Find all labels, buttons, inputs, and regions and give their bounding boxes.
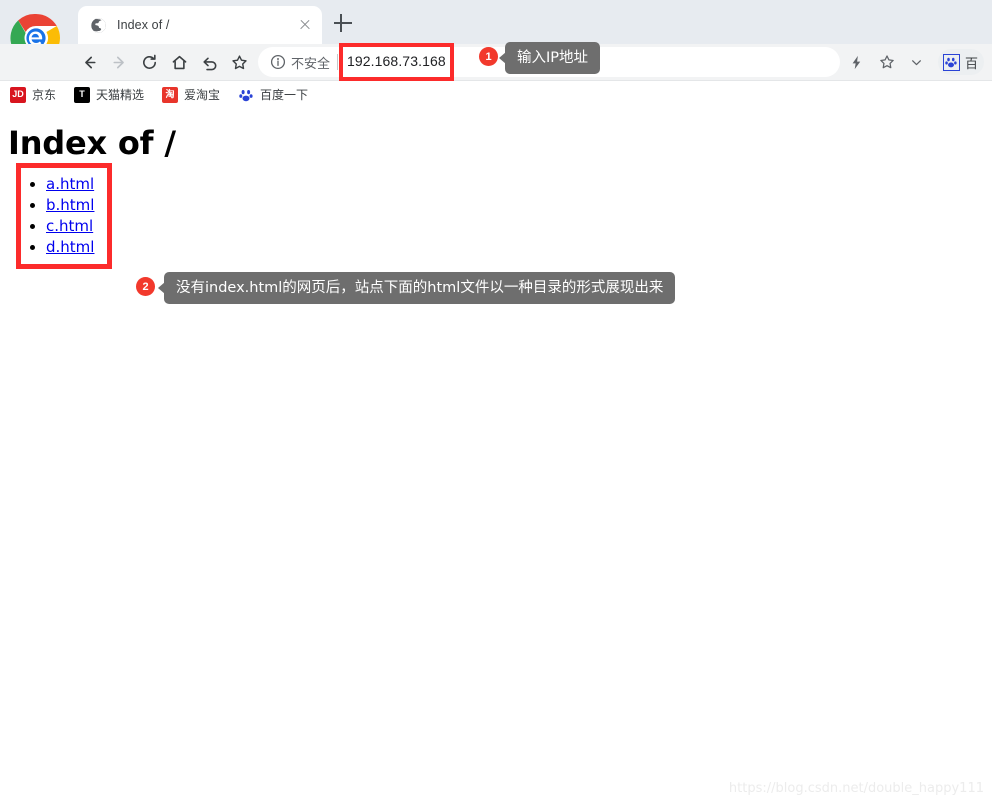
tab-strip: Index of / <box>0 0 992 63</box>
taobao-icon: 淘 <box>162 86 179 103</box>
list-item: a.html <box>46 174 992 195</box>
bookmark-taobao[interactable]: 淘 爱淘宝 <box>162 86 220 103</box>
star-outline-icon[interactable] <box>872 47 902 77</box>
info-circle-icon[interactable] <box>270 54 286 70</box>
annotation-callout-1: 输入IP地址 <box>498 42 601 75</box>
back-button[interactable] <box>74 47 104 77</box>
annotation-badge-2: 2 <box>136 277 155 296</box>
omnibox-separator <box>337 54 339 70</box>
jd-icon: JD <box>10 86 26 103</box>
bookmark-jd[interactable]: JD 京东 <box>10 86 56 103</box>
annotation-badge-1: 1 <box>479 47 498 66</box>
page-viewport: Index of / a.html b.html c.html d.html 2… <box>0 108 992 804</box>
watermark: https://blog.csdn.net/double_happy111 <box>728 781 984 796</box>
directory-link-d[interactable]: d.html <box>46 238 94 256</box>
directory-listing: a.html b.html c.html d.html <box>0 174 992 258</box>
url-container[interactable]: 192.168.73.168 <box>339 43 454 81</box>
lightning-bolt-icon[interactable] <box>842 47 872 77</box>
undo-arrow-icon <box>200 53 219 72</box>
forward-button[interactable] <box>104 47 134 77</box>
baidu-icon <box>238 87 254 103</box>
baidu-paw-icon <box>942 53 960 71</box>
tab-title: Index of / <box>117 18 170 32</box>
toolbar-right-actions: 百 <box>842 44 984 80</box>
bookmark-label: 京东 <box>32 88 57 102</box>
security-status-label: 不安全 <box>291 55 331 71</box>
list-item: b.html <box>46 195 992 216</box>
baidu-extension-button[interactable]: 百 <box>937 49 984 75</box>
baidu-extension-label: 百 <box>964 55 978 71</box>
directory-link-c[interactable]: c.html <box>46 217 93 235</box>
reload-icon <box>140 53 159 72</box>
star-icon <box>230 53 249 72</box>
list-item: d.html <box>46 237 992 258</box>
tmall-icon: T <box>74 86 91 103</box>
undo-button[interactable] <box>194 47 224 77</box>
directory-link-a[interactable]: a.html <box>46 175 94 193</box>
globe-favicon <box>90 17 107 34</box>
forward-arrow-icon <box>110 53 129 72</box>
bookmark-tmall[interactable]: T 天猫精选 <box>74 86 144 103</box>
bookmark-baidu[interactable]: 百度一下 <box>238 86 308 103</box>
browser-window: Index of / 不安全 192.168.73.168 百 JD 京东 T … <box>0 0 992 804</box>
page-title: Index of / <box>8 124 176 162</box>
url-text: 192.168.73.168 <box>347 53 446 69</box>
browser-tab[interactable]: Index of / <box>78 6 322 44</box>
reload-button[interactable] <box>134 47 164 77</box>
bookmark-label: 百度一下 <box>260 88 309 102</box>
annotation-callout-2: 没有index.html的网页后，站点下面的html文件以一种目录的形式展现出来 <box>157 272 676 305</box>
back-arrow-icon <box>80 53 99 72</box>
bookmark-label: 爱淘宝 <box>184 88 221 102</box>
home-button[interactable] <box>164 47 194 77</box>
bookmark-label: 天猫精选 <box>96 88 145 102</box>
list-item: c.html <box>46 216 992 237</box>
chevron-down-icon[interactable] <box>902 47 932 77</box>
home-icon <box>170 53 189 72</box>
close-icon[interactable] <box>296 16 314 34</box>
directory-link-b[interactable]: b.html <box>46 196 94 214</box>
favorites-button[interactable] <box>224 47 254 77</box>
bookmarks-bar: JD 京东 T 天猫精选 淘 爱淘宝 百度一下 <box>0 80 992 108</box>
new-tab-button[interactable] <box>332 12 354 34</box>
